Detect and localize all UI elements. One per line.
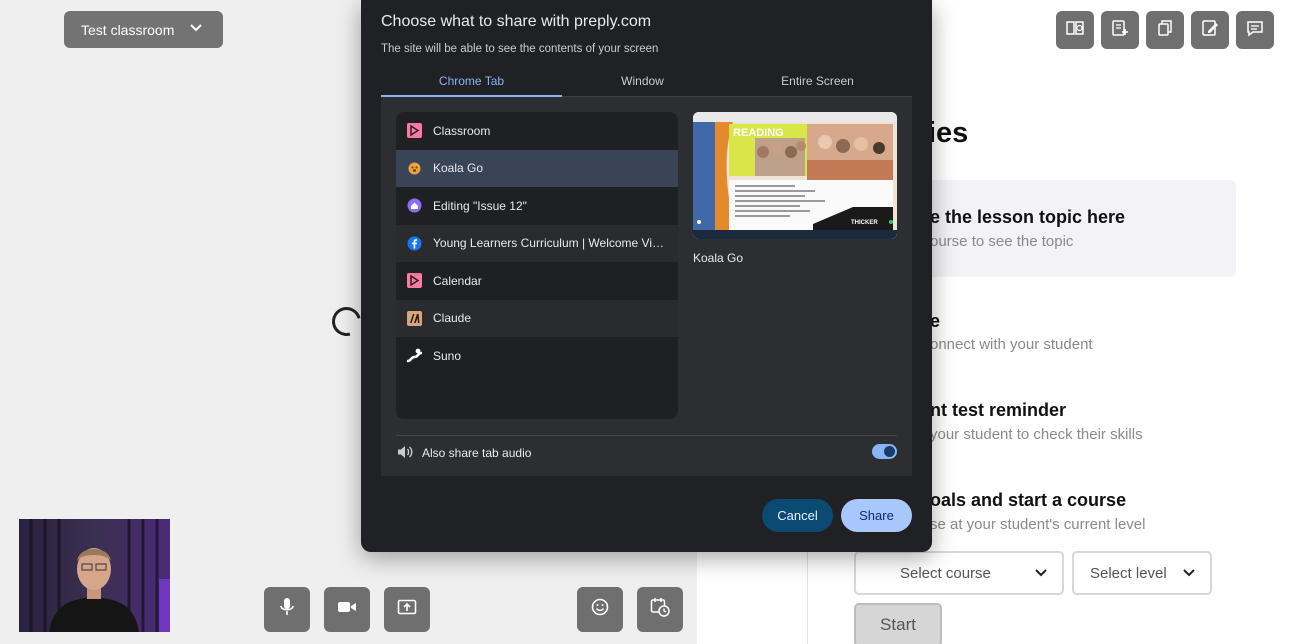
edit-tool-button[interactable] <box>1191 11 1229 49</box>
chat-tool-button[interactable] <box>1236 11 1274 49</box>
topic-card-subtitle: ourse to see the topic <box>930 233 1074 250</box>
schedule-icon <box>650 597 670 622</box>
tab-list-item-label: Classroom <box>433 123 491 138</box>
mic-button[interactable] <box>264 587 310 632</box>
tab-list-item-label: Young Learners Curriculum | Welcome Vid.… <box>433 236 665 251</box>
share-audio-toggle[interactable] <box>872 444 897 459</box>
chevron-down-icon <box>1034 566 1048 584</box>
claude-icon <box>407 310 422 326</box>
book-icon <box>1065 20 1085 41</box>
tab-list: Classroom Koala Go Editing "Issue 12" Yo… <box>396 112 678 419</box>
level-select-value: Select level <box>1090 564 1167 582</box>
facebook-icon <box>407 236 422 251</box>
camera-button[interactable] <box>324 587 370 632</box>
mic-icon <box>278 597 296 622</box>
start-button[interactable]: Start <box>854 603 942 644</box>
dialog-subtitle: The site will be able to see the content… <box>381 43 659 55</box>
tab-window[interactable]: Window <box>562 74 723 88</box>
tab-preview-thumbnail: READING THICKER <box>693 112 897 239</box>
course-select[interactable]: Select course <box>854 551 1064 595</box>
tab-entire-screen[interactable]: Entire Screen <box>723 74 912 88</box>
copy-tool-button[interactable] <box>1146 11 1184 49</box>
chevron-down-icon <box>1182 566 1196 584</box>
share-screen-dialog: Choose what to share with preply.com The… <box>361 0 932 552</box>
speaker-icon <box>396 444 414 465</box>
topic-card-title: e the lesson topic here <box>930 207 1126 227</box>
svg-text:THICKER: THICKER <box>851 220 878 226</box>
tab-list-item-claude[interactable]: Claude <box>396 299 678 337</box>
edit-icon <box>1201 19 1219 42</box>
classroom-select-label: Test classroom <box>81 21 175 38</box>
share-audio-label: Also share tab audio <box>422 446 532 460</box>
purple-home-icon <box>407 198 422 213</box>
emoji-button[interactable] <box>577 587 623 632</box>
audio-divider <box>396 435 897 436</box>
add-note-tool-button[interactable] <box>1101 11 1139 49</box>
camera-icon <box>337 600 357 619</box>
tab-list-item-editing-issue-12[interactable]: Editing "Issue 12" <box>396 187 678 225</box>
preview-title: READING <box>733 127 784 139</box>
koala-icon <box>407 161 422 176</box>
share-content-area: Classroom Koala Go Editing "Issue 12" Yo… <box>381 97 912 476</box>
level-select[interactable]: Select level <box>1072 551 1212 595</box>
course-select-value: Select course <box>900 564 991 582</box>
share-button[interactable]: Share <box>841 499 912 532</box>
schedule-button[interactable] <box>637 587 683 632</box>
tab-list-item-label: Suno <box>433 348 462 363</box>
self-video-tile <box>19 519 170 632</box>
toggle-knob <box>884 446 895 457</box>
page-title: ies <box>928 117 969 149</box>
emoji-icon <box>591 598 609 621</box>
chevron-down-icon <box>189 21 203 38</box>
screen-share-button[interactable] <box>384 587 430 632</box>
copy-icon <box>1156 19 1174 42</box>
section-title: oals and start a course <box>930 490 1127 510</box>
suno-icon <box>407 348 422 363</box>
tab-list-item-label: Editing "Issue 12" <box>433 198 527 213</box>
tab-list-item-label: Claude <box>433 311 472 326</box>
library-tool-button[interactable] <box>1056 11 1094 49</box>
section-subtitle: se at your student's current level <box>930 516 1146 533</box>
section-subtitle: your student to check their skills <box>930 426 1143 443</box>
tab-chrome-tab[interactable]: Chrome Tab <box>381 74 562 88</box>
section-title: nt test reminder <box>930 400 1067 420</box>
add-note-icon <box>1111 19 1129 42</box>
cancel-button[interactable]: Cancel <box>762 499 833 532</box>
tab-list-item-label: Calendar <box>433 273 482 288</box>
section-subtitle: onnect with your student <box>930 336 1093 353</box>
screen-share-icon <box>397 599 417 620</box>
preply-icon <box>407 123 422 139</box>
preply-icon <box>407 273 422 289</box>
tab-list-item-koala-go[interactable]: Koala Go <box>396 149 678 187</box>
tab-list-item-calendar[interactable]: Calendar <box>396 262 678 300</box>
tab-list-item-classroom[interactable]: Classroom <box>396 112 678 150</box>
preview-label: Koala Go <box>693 251 744 265</box>
chat-icon <box>1246 19 1264 42</box>
dialog-title: Choose what to share with preply.com <box>381 13 652 30</box>
tab-list-item-suno[interactable]: Suno <box>396 337 678 375</box>
tab-list-item-young-learners[interactable]: Young Learners Curriculum | Welcome Vid.… <box>396 224 678 262</box>
topic-card[interactable] <box>900 180 1236 277</box>
tab-list-item-label: Koala Go <box>433 161 484 176</box>
classroom-select[interactable]: Test classroom <box>64 11 223 48</box>
